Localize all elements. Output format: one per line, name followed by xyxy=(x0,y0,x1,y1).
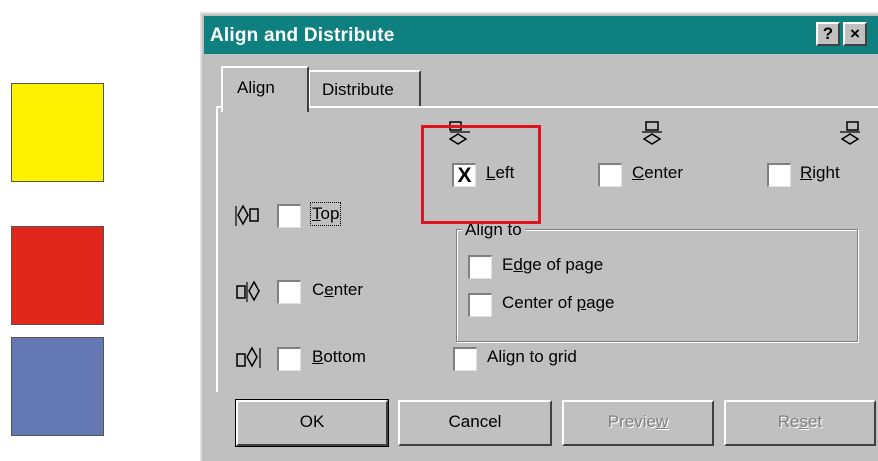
highlight-box xyxy=(421,125,541,224)
close-button[interactable]: × xyxy=(843,22,867,46)
dialog-title: Align and Distribute xyxy=(210,25,395,46)
tab-distribute[interactable]: Distribute xyxy=(308,70,421,106)
blue-rectangle[interactable] xyxy=(11,337,104,436)
help-button[interactable]: ? xyxy=(816,22,840,46)
tab-align[interactable]: Align xyxy=(221,66,309,112)
cancel-button[interactable]: Cancel xyxy=(398,400,552,446)
align-distribute-dialog: Align and Distribute ? × Align Distribut… xyxy=(200,12,878,461)
align-tab-panel xyxy=(216,106,878,392)
dialog-titlebar[interactable]: Align and Distribute ? × xyxy=(204,16,878,54)
reset-button[interactable]: Reset xyxy=(724,400,876,446)
ok-button[interactable]: OK xyxy=(235,399,389,447)
tab-align-label: Align xyxy=(237,78,275,97)
preview-button[interactable]: Preview xyxy=(562,400,714,446)
tab-distribute-label: Distribute xyxy=(322,80,394,99)
yellow-rectangle[interactable] xyxy=(11,83,104,182)
red-rectangle[interactable] xyxy=(11,226,104,325)
